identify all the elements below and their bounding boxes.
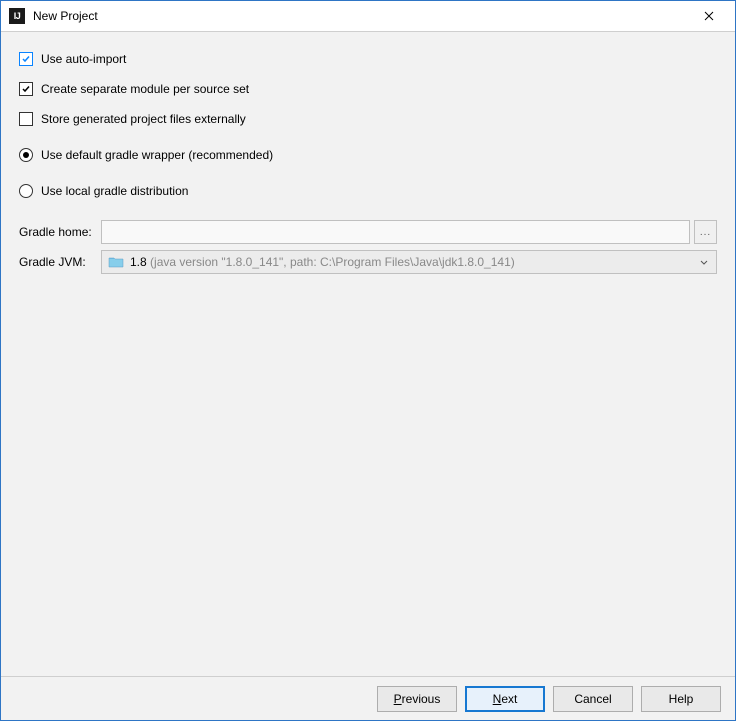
separate-module-checkbox[interactable] <box>19 82 33 96</box>
separate-module-option: Create separate module per source set <box>19 80 717 98</box>
dialog-footer: Previous Next Cancel Help <box>1 676 735 720</box>
separate-module-label[interactable]: Create separate module per source set <box>41 82 249 96</box>
app-icon: IJ <box>9 8 25 24</box>
local-dist-label[interactable]: Use local gradle distribution <box>41 184 188 198</box>
local-dist-option: Use local gradle distribution <box>19 182 717 200</box>
close-icon <box>704 11 714 21</box>
gradle-jvm-label: Gradle JVM: <box>19 255 101 269</box>
store-external-checkbox[interactable] <box>19 112 33 126</box>
auto-import-option: Use auto-import <box>19 50 717 68</box>
window-title: New Project <box>33 9 686 23</box>
local-dist-radio[interactable] <box>19 184 33 198</box>
store-external-option: Store generated project files externally <box>19 110 717 128</box>
previous-button[interactable]: Previous <box>377 686 457 712</box>
help-button[interactable]: Help <box>641 686 721 712</box>
auto-import-label[interactable]: Use auto-import <box>41 52 126 66</box>
auto-import-checkbox[interactable] <box>19 52 33 66</box>
default-wrapper-radio[interactable] <box>19 148 33 162</box>
gradle-jvm-dropdown[interactable]: 1.8 (java version "1.8.0_141", path: C:\… <box>101 250 717 274</box>
content-spacer <box>19 274 717 664</box>
default-wrapper-label[interactable]: Use default gradle wrapper (recommended) <box>41 148 273 162</box>
gradle-home-row: Gradle home: ... <box>19 220 717 244</box>
folder-icon <box>108 255 124 269</box>
browse-button[interactable]: ... <box>694 220 717 244</box>
cancel-button[interactable]: Cancel <box>553 686 633 712</box>
chevron-down-icon <box>698 260 710 265</box>
close-button[interactable] <box>686 1 731 31</box>
default-wrapper-option: Use default gradle wrapper (recommended) <box>19 146 717 164</box>
gradle-home-input[interactable] <box>101 220 690 244</box>
store-external-label[interactable]: Store generated project files externally <box>41 112 246 126</box>
titlebar: IJ New Project <box>1 1 735 32</box>
next-button[interactable]: Next <box>465 686 545 712</box>
new-project-dialog: IJ New Project Use auto-import Create se… <box>0 0 736 721</box>
gradle-jvm-value: 1.8 (java version "1.8.0_141", path: C:\… <box>130 255 698 269</box>
gradle-jvm-row: Gradle JVM: 1.8 (java version "1.8.0_141… <box>19 250 717 274</box>
gradle-home-label: Gradle home: <box>19 225 101 239</box>
dialog-content: Use auto-import Create separate module p… <box>1 32 735 676</box>
